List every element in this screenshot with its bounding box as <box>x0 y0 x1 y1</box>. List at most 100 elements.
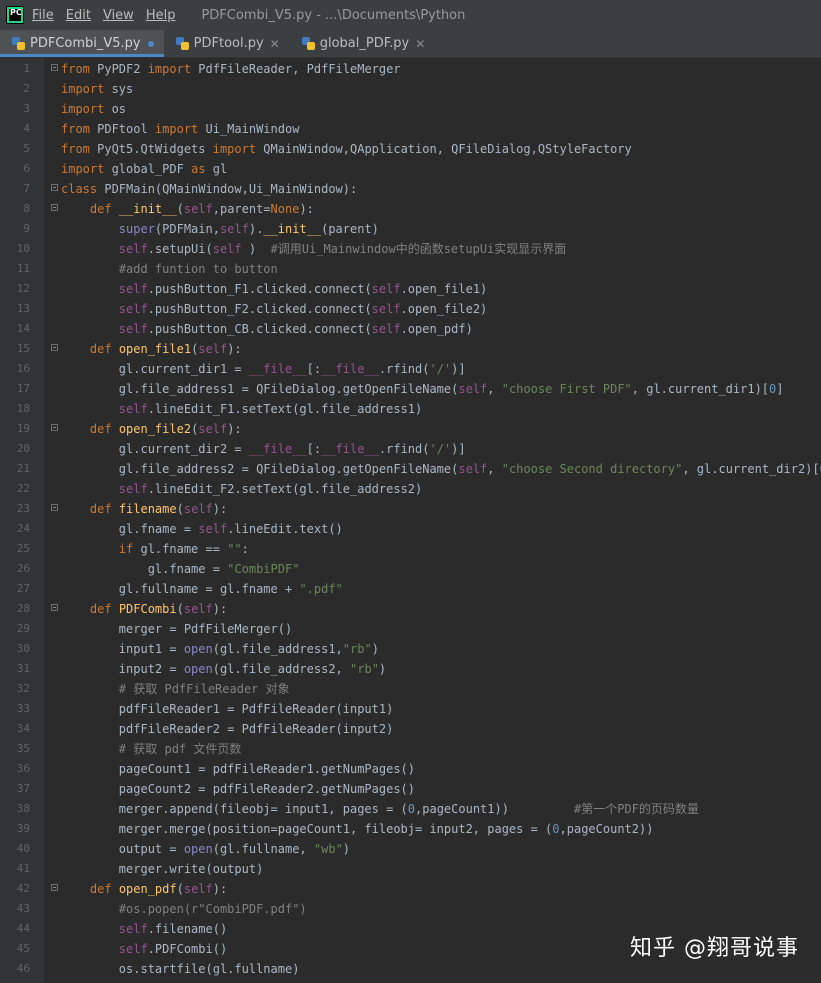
modified-indicator-icon <box>147 40 154 47</box>
code-line[interactable]: 32 # 获取 PdfFileReader 对象 <box>0 679 821 699</box>
line-number: 26 <box>16 562 30 575</box>
code-line[interactable]: 17 gl.file_address1 = QFileDialog.getOpe… <box>0 379 821 399</box>
close-icon[interactable]: ✕ <box>415 37 425 51</box>
close-icon[interactable]: ✕ <box>270 37 280 51</box>
tab-global-pdf[interactable]: global_PDF.py ✕ <box>290 30 436 57</box>
code-line[interactable]: 31 input2 = open(gl.file_address2, "rb") <box>0 659 821 679</box>
code-line[interactable]: 20 gl.current_dir2 = __file__[:__file__.… <box>0 439 821 459</box>
code-line[interactable]: 28 def PDFCombi(self): <box>0 599 821 619</box>
code-line[interactable]: 6 import global_PDF as gl <box>0 159 821 179</box>
fold-marker-icon[interactable] <box>51 344 58 351</box>
tab-pdfcombi-v5[interactable]: PDFCombi_V5.py <box>0 30 164 57</box>
code-editor[interactable]: 1 from PyPDF2 import PdfFileReader, PdfFi… <box>0 58 821 983</box>
code-text: if gl.fname == "": <box>61 539 249 559</box>
code-token: .lineEdit.text() <box>227 522 343 536</box>
line-number: 18 <box>16 402 30 415</box>
code-line[interactable]: 13 self.pushButton_F2.clicked.connect(se… <box>0 299 821 319</box>
code-line[interactable]: 27 gl.fullname = gl.fname + ".pdf" <box>0 579 821 599</box>
code-line[interactable]: 19 def open_file2(self): <box>0 419 821 439</box>
fold-marker-icon[interactable] <box>51 884 58 891</box>
code-token: ): <box>227 342 242 356</box>
code-token: .open_file1) <box>400 282 488 296</box>
code-token: pdfFileReader1 = PdfFileReader(input1) <box>61 702 394 716</box>
code-line[interactable]: 16 gl.current_dir1 = __file__[:__file__.… <box>0 359 821 379</box>
code-line[interactable]: 5 from PyQt5.QtWidgets import QMainWindow… <box>0 139 821 159</box>
fold-marker-icon[interactable] <box>51 504 58 511</box>
code-text: pageCount2 = pdfFileReader2.getNumPages(… <box>61 779 415 799</box>
code-line[interactable]: 21 gl.file_address2 = QFileDialog.getOpe… <box>0 459 821 479</box>
code-line[interactable]: 3 import os <box>0 99 821 119</box>
code-token: '/' <box>429 362 452 376</box>
code-token: 0 <box>407 802 416 816</box>
code-line[interactable]: 41 merger.write(output) <box>0 859 821 879</box>
code-line[interactable]: 36 pageCount1 = pdfFileReader1.getNumPag… <box>0 759 821 779</box>
code-token: import <box>61 82 112 96</box>
pycharm-logo-icon[interactable]: PC <box>6 6 24 24</box>
code-text: self.PDFCombi() <box>61 939 227 959</box>
code-line[interactable]: 29 merger = PdfFileMerger() <box>0 619 821 639</box>
code-token: .setupUi( <box>147 242 213 256</box>
code-token: pageCount2 = pdfFileReader2.getNumPages(… <box>61 782 416 796</box>
code-line[interactable]: 26 gl.fname = "CombiPDF" <box>0 559 821 579</box>
code-line[interactable]: 35 # 获取 pdf 文件页数 <box>0 739 821 759</box>
code-line[interactable]: 40 output = open(gl.fullname, "wb") <box>0 839 821 859</box>
code-line[interactable]: 8 def __init__(self,parent=None): <box>0 199 821 219</box>
code-token: def <box>89 422 119 436</box>
code-line[interactable]: 18 self.lineEdit_F1.setText(gl.file_addr… <box>0 399 821 419</box>
code-line[interactable]: 38 merger.append(fileobj= input1, pages … <box>0 799 821 819</box>
code-text: pdfFileReader2 = PdfFileReader(input2) <box>61 719 394 739</box>
line-number: 37 <box>16 782 30 795</box>
menu-file[interactable]: File <box>32 8 54 23</box>
code-line[interactable]: 4 from PDFtool import Ui_MainWindow <box>0 119 821 139</box>
code-line[interactable]: 34 pdfFileReader2 = PdfFileReader(input2… <box>0 719 821 739</box>
code-text: self.pushButton_F2.clicked.connect(self.… <box>61 299 487 319</box>
code-token: "rb" <box>342 642 372 656</box>
menu-help[interactable]: Help <box>146 8 176 23</box>
tab-pdftool[interactable]: PDFtool.py ✕ <box>164 30 290 57</box>
code-line[interactable]: 37 pageCount2 = pdfFileReader2.getNumPag… <box>0 779 821 799</box>
code-line[interactable]: 30 input1 = open(gl.file_address1,"rb") <box>0 639 821 659</box>
code-line[interactable]: 2 import sys <box>0 79 821 99</box>
code-line[interactable]: 22 self.lineEdit_F2.setText(gl.file_addr… <box>0 479 821 499</box>
code-line[interactable]: 42 def open_pdf(self): <box>0 879 821 899</box>
code-line[interactable]: 10 self.setupUi(self ) #调用Ui_Mainwindow中… <box>0 239 821 259</box>
code-token: #调用Ui_Mainwindow中的函数setupUi实现显示界面 <box>270 242 567 256</box>
code-token: self <box>118 942 148 956</box>
menu-edit[interactable]: Edit <box>66 8 91 23</box>
code-line[interactable]: 12 self.pushButton_F1.clicked.connect(se… <box>0 279 821 299</box>
code-token: def <box>89 882 119 896</box>
fold-marker-icon[interactable] <box>51 604 58 611</box>
code-token: super <box>118 222 155 236</box>
code-token: ( <box>176 882 184 896</box>
code-line[interactable]: 24 gl.fname = self.lineEdit.text() <box>0 519 821 539</box>
fold-marker-icon[interactable] <box>51 204 58 211</box>
code-text: gl.fname = "CombiPDF" <box>61 559 300 579</box>
code-text: #os.popen(r"CombiPDF.pdf") <box>61 899 307 919</box>
fold-marker-icon[interactable] <box>51 424 58 431</box>
code-line[interactable]: 33 pdfFileReader1 = PdfFileReader(input1… <box>0 699 821 719</box>
code-line[interactable]: 46 os.startfile(gl.fullname) <box>0 959 821 979</box>
code-line[interactable]: 43 #os.popen(r"CombiPDF.pdf") <box>0 899 821 919</box>
code-token: self <box>183 202 213 216</box>
code-token: ".pdf" <box>299 582 343 596</box>
code-token: self <box>183 502 213 516</box>
code-line[interactable]: 11 #add funtion to button <box>0 259 821 279</box>
code-line[interactable]: 9 super(PDFMain,self).__init__(parent) <box>0 219 821 239</box>
code-token: .pushButton_CB.clicked.connect( <box>147 322 372 336</box>
line-number: 33 <box>16 702 30 715</box>
code-line[interactable]: 7 class PDFMain(QMainWindow,Ui_MainWindow… <box>0 179 821 199</box>
code-line[interactable]: 15 def open_file1(self): <box>0 339 821 359</box>
code-text: self.setupUi(self ) #调用Ui_Mainwindow中的函数… <box>61 239 566 259</box>
fold-marker-icon[interactable] <box>51 184 58 191</box>
menu-view[interactable]: View <box>103 8 134 23</box>
code-line[interactable]: 1 from PyPDF2 import PdfFileReader, PdfFi… <box>0 59 821 79</box>
code-line[interactable]: 23 def filename(self): <box>0 499 821 519</box>
code-line[interactable]: 25 if gl.fname == "": <box>0 539 821 559</box>
code-line[interactable]: 39 merger.merge(position=pageCount1, fil… <box>0 819 821 839</box>
code-token: def <box>89 342 119 356</box>
code-line[interactable]: 14 self.pushButton_CB.clicked.connect(se… <box>0 319 821 339</box>
fold-marker-icon[interactable] <box>51 64 58 71</box>
